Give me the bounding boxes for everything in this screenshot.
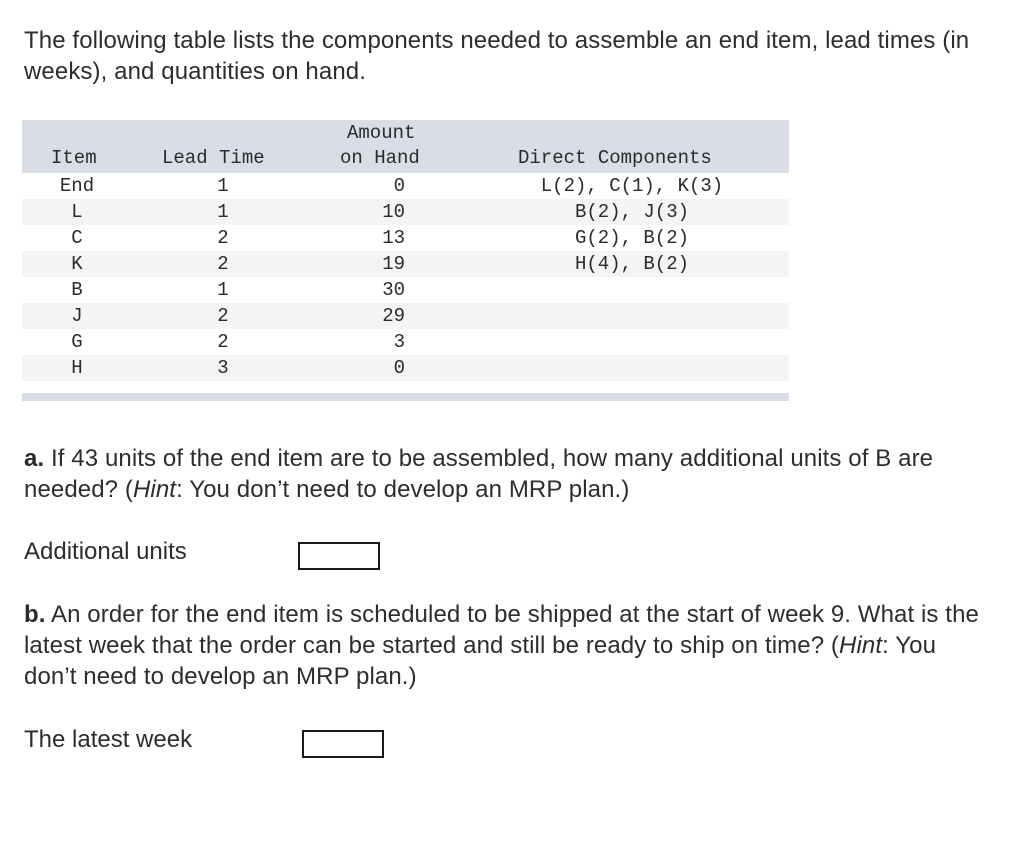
cell-item: K [71,253,83,275]
cell-direct-components: L(2), C(1), K(3) [540,175,724,197]
table-body: End 1 0 L(2), C(1), K(3) L 1 10 B(2), J(3) C 2 13 G… [22,173,789,381]
cell-on-hand: 3 [393,331,405,353]
header-item: Item [51,147,97,169]
question-b-marker: b. [24,601,46,628]
answer-a-label: Additional units [24,538,187,565]
table-row: L 1 10 B(2), J(3) [22,199,789,225]
cell-on-hand: 19 [382,253,405,275]
cell-lead-time: 3 [217,357,229,379]
cell-item: L [71,201,83,223]
table-row: J 2 29 [22,303,789,329]
question-b-hint: Hint [839,632,883,659]
table-row: H 3 0 [22,355,789,381]
table-row: K 2 19 H(4), B(2) [22,251,789,277]
intro-text: The following table lists the components… [24,27,970,85]
components-table: Item Lead Time Amount on Hand Direct Com… [22,120,789,401]
header-amount-line1: Amount [347,122,416,144]
cell-item: C [71,227,83,249]
cell-item: B [71,279,83,301]
header-amount-line2: on Hand [340,147,420,169]
cell-lead-time: 1 [217,175,229,197]
latest-week-input[interactable] [302,730,384,758]
cell-lead-time: 1 [217,279,229,301]
question-a: a. If 43 units of the end item are to be… [24,443,984,505]
question-a-marker: a. [24,445,45,472]
cell-lead-time: 1 [217,201,229,223]
cell-lead-time: 2 [217,331,229,353]
cell-item: J [71,305,83,327]
cell-on-hand: 10 [382,201,405,223]
additional-units-input[interactable] [298,542,380,570]
cell-on-hand: 0 [393,175,405,197]
cell-lead-time: 2 [217,227,229,249]
cell-lead-time: 2 [217,305,229,327]
cell-direct-components: H(4), B(2) [574,253,690,275]
cell-direct-components: G(2), B(2) [574,227,690,249]
cell-on-hand: 30 [382,279,405,301]
table-header: Item Lead Time Amount on Hand Direct Com… [22,120,789,173]
table-row: End 1 0 L(2), C(1), K(3) [22,173,789,199]
question-a-text-end: : You don’t need to develop an MRP plan.… [176,476,630,503]
answer-b-label: The latest week [24,726,193,753]
cell-on-hand: 29 [382,305,405,327]
header-direct-components: Direct Components [518,147,712,169]
header-lead-time: Lead Time [162,147,265,169]
table-row: B 1 30 [22,277,789,303]
question-b-text: An order for the end item is scheduled t… [24,601,979,659]
table-row: G 2 3 [22,329,789,355]
table-footer-bar [22,393,789,401]
question-a-hint: Hint [133,476,177,503]
cell-lead-time: 2 [217,253,229,275]
question-b: b. An order for the end item is schedule… [24,599,984,692]
cell-item: H [71,357,83,379]
cell-on-hand: 13 [382,227,405,249]
cell-on-hand: 0 [393,357,405,379]
cell-direct-components: B(2), J(3) [574,201,690,223]
cell-item: End [59,175,95,197]
cell-item: G [71,331,83,353]
table-row: C 2 13 G(2), B(2) [22,225,789,251]
